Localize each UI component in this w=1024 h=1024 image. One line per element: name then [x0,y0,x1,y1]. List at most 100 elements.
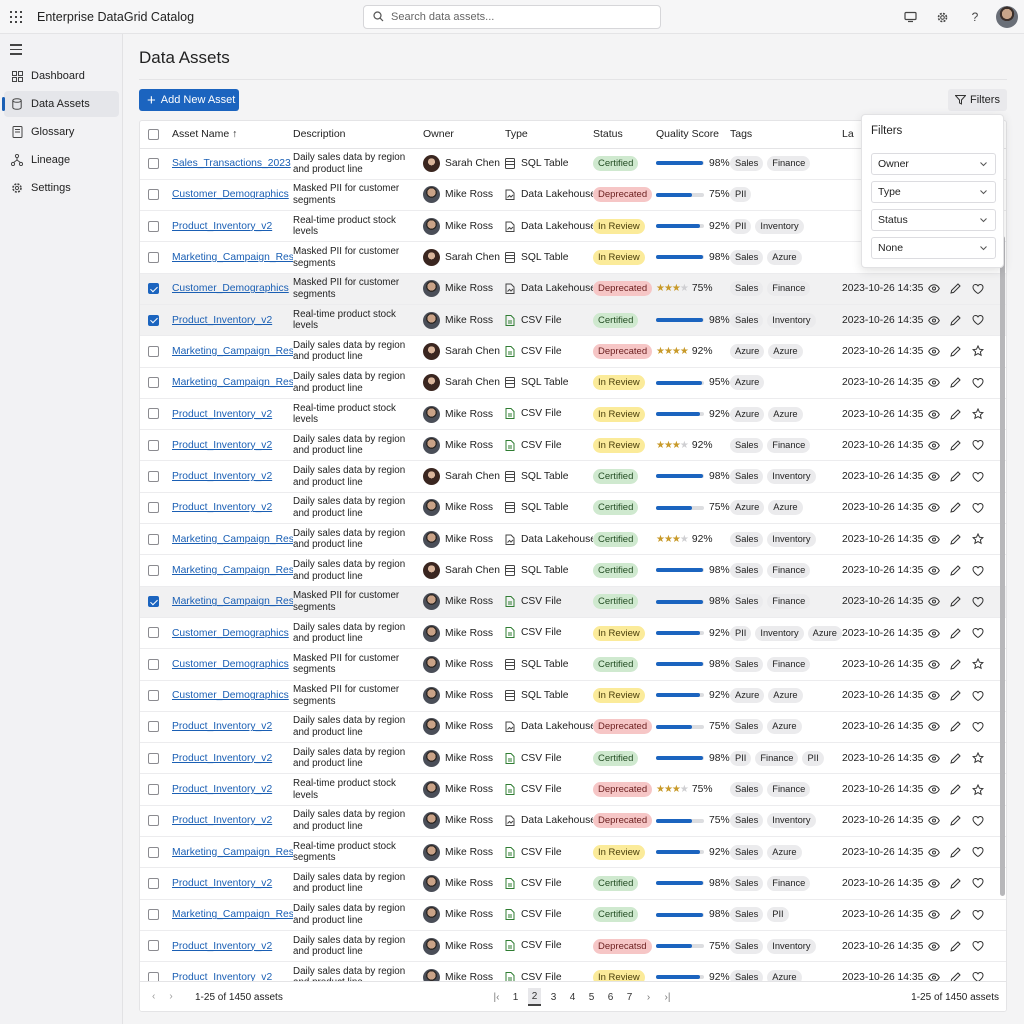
table-row[interactable]: Product_Inventory_v2 Daily sales data by… [140,492,1006,525]
row-checkbox[interactable] [140,586,164,618]
view-eye-icon[interactable] [927,439,940,452]
tag-chip[interactable]: Sales [730,563,764,578]
sidebar-item-lineage[interactable]: Lineage [4,147,119,173]
column-header-type[interactable]: Type [505,121,593,149]
row-checkbox[interactable] [140,304,164,337]
tag-chip[interactable]: PII [730,187,752,203]
tag-chip[interactable]: Sales [730,281,764,297]
favorite-button[interactable] [971,940,984,953]
asset-name-link[interactable]: Marketing_Campaign_Results [172,565,293,576]
page-number-button[interactable]: 2 [528,988,541,1006]
tag-chip[interactable]: Sales [730,907,764,923]
row-checkbox[interactable] [140,899,164,931]
page-number-button[interactable]: 5 [585,988,598,1006]
table-row[interactable]: Product_Inventory_v2 Daily sales data by… [140,460,1006,493]
favorite-button[interactable] [971,564,984,577]
table-row[interactable]: Customer_Demographics Masked PII for cus… [140,648,1006,681]
add-new-asset-button[interactable]: + Add New Asset [139,89,239,111]
edit-pencil-icon[interactable] [949,564,962,577]
tag-chip[interactable]: Inventory [767,469,816,485]
view-eye-icon[interactable] [927,595,940,608]
table-row[interactable]: Product_Inventory_v2 Real-time product s… [140,304,1006,337]
favorite-button[interactable] [971,908,984,921]
edit-pencil-icon[interactable] [949,314,962,327]
help-icon[interactable]: ? [967,9,983,25]
asset-name-link[interactable]: Sales_Transactions_2023 [172,158,291,169]
tag-chip[interactable]: Sales [730,437,764,453]
tag-chip[interactable]: Azure [767,250,802,266]
view-eye-icon[interactable] [927,533,940,546]
tag-chip[interactable]: Azure [768,688,803,704]
asset-name-link[interactable]: Product_Inventory_v2 [172,784,272,795]
table-row[interactable]: Customer_Demographics Masked PII for cus… [140,680,1006,712]
favorite-button[interactable] [971,658,984,671]
edit-pencil-icon[interactable] [949,658,962,671]
tag-chip[interactable]: Sales [730,782,764,798]
asset-name-link[interactable]: Customer_Demographics [172,189,289,200]
table-row[interactable]: Product_Inventory_v2 Real-time product s… [140,398,1006,431]
row-checkbox[interactable] [140,617,164,650]
tag-chip[interactable]: Finance [767,156,811,172]
tag-chip[interactable]: Sales [730,844,764,860]
tag-chip[interactable]: Sales [730,312,764,328]
type-filter-select[interactable]: Type [871,181,996,203]
tag-chip[interactable]: Inventory [755,218,804,234]
tag-chip[interactable]: Sales [730,594,764,610]
tag-chip[interactable]: Finance [755,750,799,766]
edit-pencil-icon[interactable] [949,877,962,890]
tag-chip[interactable]: Sales [730,250,764,266]
page-number-button[interactable]: 3 [547,988,560,1006]
table-row[interactable]: Marketing_Campaign_Results Masked PII fo… [140,586,1006,618]
edit-pencil-icon[interactable] [949,783,962,796]
row-checkbox[interactable] [140,680,164,712]
tag-chip[interactable]: Azure [730,343,765,359]
edit-pencil-icon[interactable] [949,282,962,295]
column-header-status[interactable]: Status [593,121,656,149]
tag-chip[interactable]: PII [767,907,789,923]
table-row[interactable]: Product_Inventory_v2 Daily sales data by… [140,711,1006,744]
tag-chip[interactable]: Sales [730,938,764,954]
edit-pencil-icon[interactable] [949,940,962,953]
tag-chip[interactable]: Finance [767,782,811,798]
tag-chip[interactable]: Finance [767,437,811,453]
monitor-icon[interactable] [902,9,918,25]
favorite-button[interactable] [971,439,984,452]
edit-pencil-icon[interactable] [949,470,962,483]
view-eye-icon[interactable] [927,689,940,702]
edit-pencil-icon[interactable] [949,846,962,859]
favorite-button[interactable] [971,783,984,796]
asset-name-link[interactable]: Product_Inventory_v2 [172,471,272,482]
edit-pencil-icon[interactable] [949,501,962,514]
edit-pencil-icon[interactable] [949,689,962,702]
table-row[interactable]: Product_Inventory_v2 Daily sales data by… [140,867,1006,900]
asset-name-link[interactable]: Product_Inventory_v2 [172,815,272,826]
row-checkbox[interactable] [140,836,164,869]
asset-name-link[interactable]: Product_Inventory_v2 [172,221,272,232]
favorite-button[interactable] [971,314,984,327]
row-checkbox[interactable] [140,492,164,525]
asset-name-link[interactable]: Product_Inventory_v2 [172,440,272,451]
favorite-button[interactable] [971,814,984,827]
status-filter-select[interactable]: Status [871,209,996,231]
asset-name-link[interactable]: Marketing_Campaign_Results [172,346,293,357]
row-checkbox[interactable] [140,429,164,462]
asset-name-link[interactable]: Product_Inventory_v2 [172,941,272,952]
asset-name-link[interactable]: Marketing_Campaign_Results [172,596,293,607]
tag-chip[interactable]: Azure [730,406,765,422]
next-page-icon[interactable]: › [169,991,172,1002]
view-eye-icon[interactable] [927,376,940,389]
scrollbar[interactable] [1000,236,1005,896]
tag-chip[interactable]: Azure [730,375,765,391]
view-eye-icon[interactable] [927,564,940,577]
asset-name-link[interactable]: Customer_Demographics [172,690,289,701]
row-checkbox[interactable] [140,241,164,274]
row-checkbox[interactable] [140,773,164,806]
view-eye-icon[interactable] [927,470,940,483]
table-row[interactable]: Marketing_Campaign_Results Daily sales d… [140,899,1006,931]
view-eye-icon[interactable] [927,783,940,796]
view-eye-icon[interactable] [927,846,940,859]
favorite-button[interactable] [971,533,984,546]
tag-chip[interactable]: PII [802,750,824,766]
table-row[interactable]: Product_Inventory_v2 Real-time product s… [140,773,1006,806]
table-row[interactable]: Marketing_Campaign_Results Daily sales d… [140,335,1006,368]
